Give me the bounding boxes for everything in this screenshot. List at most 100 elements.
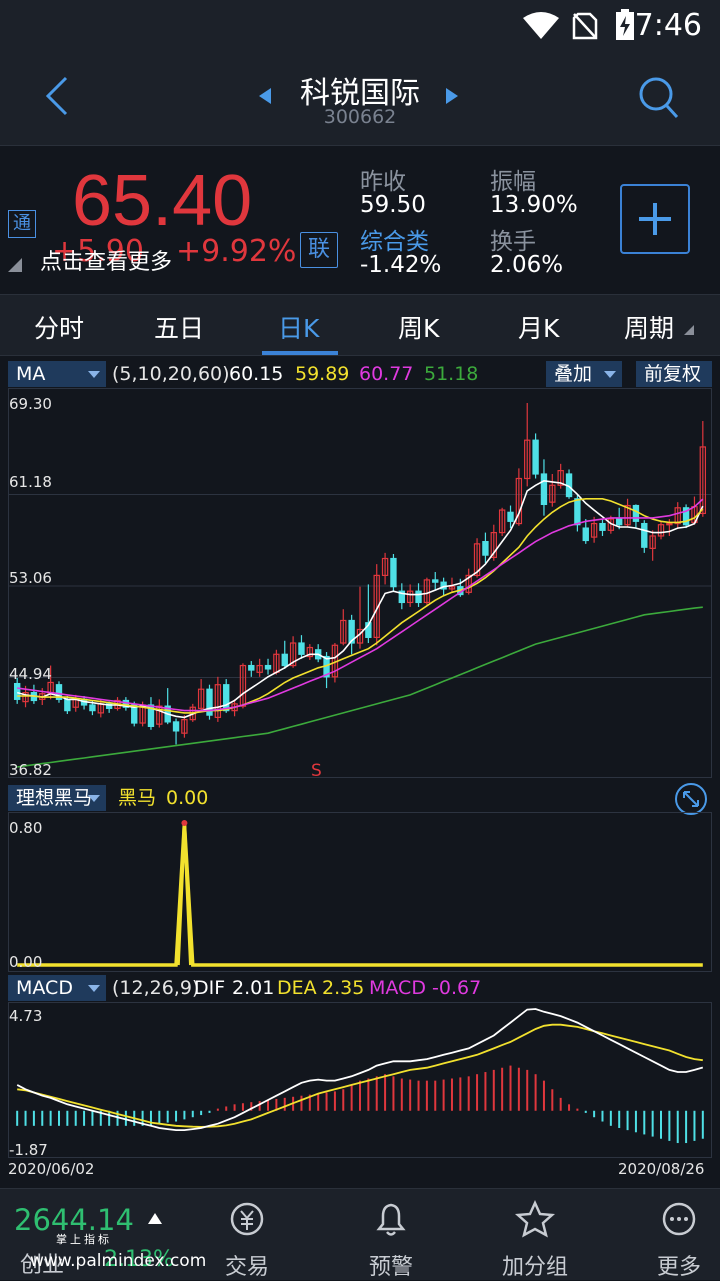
prev-close-label: 昨收 — [360, 169, 406, 195]
ma60-value: 51.18 — [424, 363, 479, 385]
wifi-icon — [523, 12, 559, 39]
heima-panel[interactable]: 0.80 0.00 — [8, 812, 712, 972]
fullscreen-icon[interactable] — [674, 782, 708, 816]
overlay-label: 叠加 — [554, 363, 593, 385]
kline-axis-5: 36.82 — [9, 761, 52, 779]
watermark: www.palmindex.com — [30, 1251, 207, 1271]
ma-selector-label: MA — [16, 363, 46, 385]
current-price: 65.40 — [72, 161, 253, 241]
macd-selector[interactable]: MACD — [8, 975, 106, 1001]
kline-panel[interactable]: 69.30 61.18 53.06 44.94 36.82 S — [8, 388, 712, 781]
dif-label: DIF — [194, 977, 226, 999]
heima-selector[interactable]: 理想黑马 — [8, 785, 106, 811]
nav-add-group-label: 加分组 — [501, 1255, 568, 1280]
candle-body — [432, 579, 439, 583]
active-tab-indicator — [262, 351, 338, 355]
candle-body — [64, 698, 71, 712]
candle-body — [264, 664, 272, 670]
tab-daily-k[interactable]: 日K — [278, 309, 319, 345]
search-icon[interactable] — [638, 76, 680, 120]
kline-axis-3: 53.06 — [9, 569, 52, 587]
period-dropdown-icon — [684, 325, 694, 335]
candle-body — [172, 721, 180, 732]
tab-weekly-k[interactable]: 周K — [398, 309, 439, 345]
heima-peak-marker — [181, 820, 188, 826]
macd-panel[interactable]: 4.73 -1.87 — [8, 1002, 712, 1159]
nav-more[interactable]: 更多 — [624, 1197, 720, 1280]
candle-body — [298, 642, 305, 655]
nav-alert[interactable]: 预警 — [336, 1197, 446, 1280]
sector-label[interactable]: 综合类 — [360, 222, 429, 256]
macd-chart — [16, 1008, 704, 1144]
chevron-down-icon — [88, 371, 100, 378]
ma5-value: 60.15 — [229, 363, 284, 385]
candle-body — [574, 498, 581, 526]
heima-line — [17, 822, 703, 967]
candle-body — [281, 653, 288, 667]
quote-panel[interactable]: 通 65.40 +5.90 +9.92% 点击查看更多 联 昨收 59.50 综… — [0, 146, 720, 292]
trade-icon — [230, 1202, 264, 1236]
ma-params: (5,10,20,60) — [112, 363, 230, 385]
kline-chart[interactable] — [9, 389, 711, 777]
dif-value: 2.01 — [232, 977, 275, 999]
tab-intraday[interactable]: 分时 — [34, 309, 84, 345]
tab-monthly-k[interactable]: 月K — [518, 309, 559, 345]
heima-peak — [176, 822, 193, 966]
macd-label: MACD — [369, 977, 426, 999]
chevron-down-icon — [88, 795, 100, 802]
candle-body — [532, 439, 539, 475]
star-icon — [514, 1199, 556, 1238]
sector-value: -1.42% — [360, 252, 442, 278]
stock-code: 300662 — [323, 106, 397, 128]
nav-trade[interactable]: 交易 — [192, 1197, 302, 1280]
macd-selector-label: MACD — [16, 977, 73, 999]
nav-alert-label: 预警 — [368, 1255, 413, 1280]
candle-body — [248, 664, 255, 671]
candle-body — [13, 682, 21, 700]
expand-corner-icon[interactable] — [8, 258, 22, 272]
nav-trade-label: 交易 — [224, 1255, 269, 1280]
date-end: 2020/08/26 — [618, 1160, 705, 1178]
heima-axis-bottom: 0.00 — [9, 953, 43, 971]
chevron-down-icon — [88, 985, 100, 992]
heima-value: 0.00 — [166, 787, 209, 809]
kline-axis-2: 61.18 — [9, 473, 52, 491]
view-more-hint[interactable]: 点击查看更多 — [40, 244, 172, 276]
candle-body — [616, 518, 623, 526]
ma10-value: 59.89 — [295, 363, 350, 385]
candle-body — [599, 522, 606, 531]
heima-axis-top: 0.80 — [9, 819, 43, 837]
dea-line — [17, 1023, 703, 1128]
candle-body — [223, 684, 230, 712]
lian-button[interactable]: 联 — [300, 232, 338, 268]
candle-body — [89, 704, 96, 712]
candle-body — [582, 527, 589, 542]
tong-badge[interactable]: 通 — [8, 210, 36, 238]
ma20-value: 60.77 — [359, 363, 414, 385]
status-bar: 7:46 — [0, 0, 720, 52]
next-stock-icon[interactable] — [444, 86, 460, 106]
candle-body — [632, 504, 640, 522]
overlay-selector[interactable]: 叠加 — [546, 361, 622, 387]
candle-body — [641, 522, 648, 548]
chevron-down-icon — [604, 371, 616, 378]
kline-axis-1: 69.30 — [9, 395, 52, 413]
candle-body — [390, 557, 397, 588]
turnover-value: 2.06% — [490, 252, 564, 278]
price-change-pct: +9.92% — [176, 234, 297, 269]
ma-selector[interactable]: MA — [8, 361, 106, 387]
bottom-nav: 2644.14 创业 2.13% 掌上指标 www.palmindex.com … — [0, 1188, 720, 1280]
candle-body — [415, 590, 422, 604]
status-clock: 7:46 — [634, 8, 702, 43]
macd-value: -0.67 — [432, 977, 482, 999]
index-ticker[interactable]: 2644.14 创业 2.13% 掌上指标 www.palmindex.com — [0, 1189, 206, 1281]
nav-add-group[interactable]: 加分组 — [480, 1197, 590, 1280]
more-icon — [662, 1202, 696, 1236]
amplitude-label: 振幅 — [490, 169, 536, 195]
adjust-button[interactable]: 前复权 — [636, 361, 712, 387]
prev-close-value: 59.50 — [360, 192, 426, 218]
tab-period[interactable]: 周期 — [624, 309, 674, 345]
add-watchlist-button[interactable] — [620, 184, 690, 254]
tab-five-day[interactable]: 五日 — [154, 309, 204, 345]
candle-body — [666, 522, 673, 526]
